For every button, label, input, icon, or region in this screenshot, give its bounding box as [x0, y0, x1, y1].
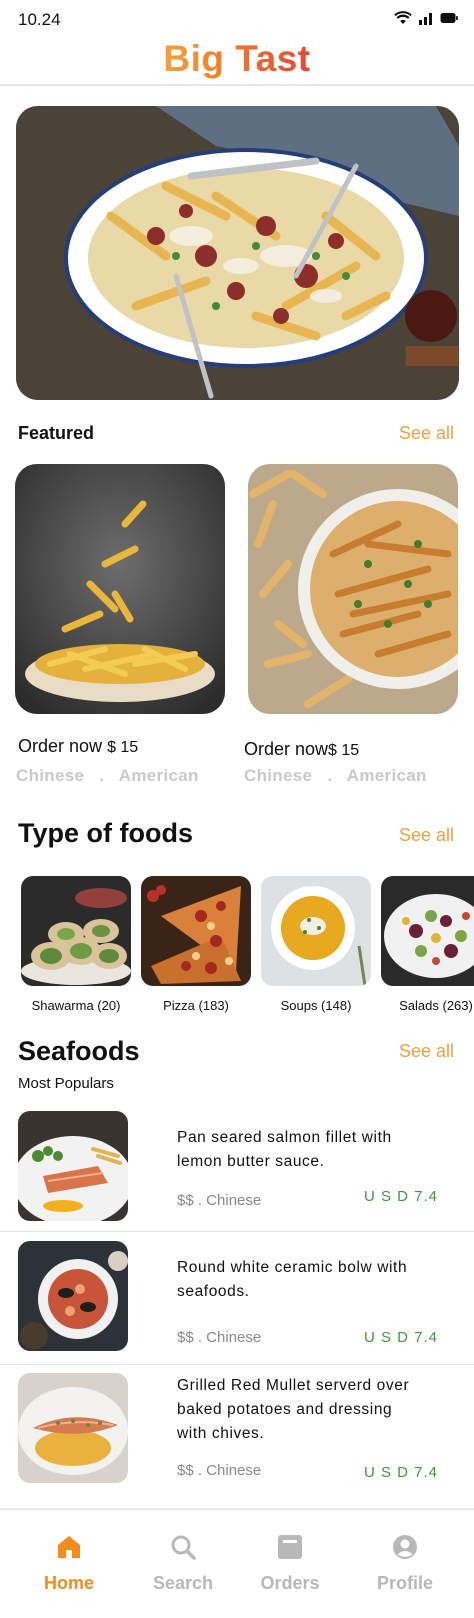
wifi-icon — [394, 11, 412, 24]
seafood-bowl-image — [18, 1241, 128, 1351]
food-type-label: Soups (148) — [280, 998, 352, 1013]
status-time: 10.24 — [18, 10, 61, 29]
bottom-nav: Home Search Orders Profile — [0, 1508, 474, 1618]
featured-image-fries-plate — [248, 464, 458, 714]
food-type-label: Pizza (183) — [163, 998, 229, 1013]
shawarma-image — [21, 876, 131, 986]
seafood-list-item[interactable]: Pan seared salmon fillet with lemon butt… — [0, 1111, 474, 1231]
cuisine-separator: . — [99, 766, 105, 785]
featured-see-all-link[interactable]: See all — [399, 423, 454, 444]
seafood-meta: $$ . Chinese — [177, 1462, 262, 1479]
salmon-image — [18, 1111, 128, 1221]
status-bar: 10.24 — [0, 0, 474, 36]
salads-image — [381, 876, 474, 986]
types-title: Type of foods — [18, 818, 193, 848]
featured-title: Featured — [18, 423, 95, 443]
battery-icon — [440, 13, 458, 23]
types-see-all-link[interactable]: See all — [399, 825, 454, 846]
description-line: Round white ceramic bolw with — [177, 1259, 408, 1276]
seafood-description: Pan seared salmon fillet with lemon butt… — [177, 1126, 457, 1174]
list-divider — [0, 1231, 474, 1232]
seafood-price: U S D 7.4 — [363, 1329, 438, 1346]
nav-profile-label: Profile — [376, 1573, 433, 1593]
status-icons — [394, 11, 458, 25]
list-divider — [0, 1364, 474, 1365]
featured-order-line[interactable]: Order now$ 15 — [244, 739, 359, 760]
profile-icon — [393, 1535, 417, 1559]
food-type-item[interactable]: Soups (148) — [261, 876, 371, 1013]
featured-image-falling-fries — [15, 464, 225, 714]
soups-image — [261, 876, 371, 986]
seafood-description: Round white ceramic bolw with seafoods. — [177, 1256, 457, 1304]
description-line: lemon butter sauce. — [177, 1153, 325, 1170]
seafood-meta: $$ . Chinese — [177, 1192, 262, 1209]
featured-order-line[interactable]: Order now $ 15 — [18, 736, 138, 757]
seafoods-see-all-link[interactable]: See all — [399, 1041, 454, 1062]
seafoods-title: Seafoods — [18, 1036, 140, 1066]
search-icon — [171, 1535, 196, 1560]
food-type-item[interactable]: Salads (263) — [381, 876, 474, 1013]
order-now-label: Order now — [244, 739, 329, 759]
nav-search-label: Search — [152, 1573, 214, 1593]
description-line: with chives. — [177, 1425, 265, 1442]
food-type-label: Shawarma (20) — [31, 998, 121, 1013]
nav-profile[interactable]: Profile — [355, 1534, 455, 1594]
description-line: Pan seared salmon fillet with — [177, 1129, 392, 1146]
featured-card[interactable] — [248, 464, 458, 714]
signal-icon — [419, 13, 432, 25]
featured-card[interactable] — [15, 464, 225, 714]
featured-cuisines: Chinese . American — [244, 766, 427, 786]
seafood-list-item[interactable]: Round white ceramic bolw with seafoods. … — [0, 1241, 474, 1363]
seafood-price: U S D 7.4 — [363, 1188, 438, 1205]
description-line: Grilled Red Mullet serverd over — [177, 1377, 410, 1394]
order-now-label: Order now — [18, 736, 103, 756]
nav-search[interactable]: Search — [133, 1534, 233, 1594]
pizza-image — [141, 876, 251, 986]
cuisine-label: Chinese — [16, 766, 85, 785]
featured-price: $ 15 — [328, 742, 360, 759]
cuisine-label: American — [118, 766, 199, 785]
app-header: Big Tast — [0, 36, 474, 86]
cuisine-label: Chinese — [244, 766, 313, 785]
nav-orders-label: Orders — [260, 1573, 320, 1593]
food-type-item[interactable]: Pizza (183) — [141, 876, 251, 1013]
description-line: baked potatoes and dressing — [177, 1401, 393, 1418]
nav-home-label: Home — [43, 1573, 94, 1593]
home-icon — [58, 1536, 80, 1558]
nav-home[interactable]: Home — [19, 1534, 119, 1594]
description-line: seafoods. — [177, 1283, 250, 1300]
seafood-list-item[interactable]: Grilled Red Mullet serverd over baked po… — [0, 1373, 474, 1503]
cuisine-separator: . — [327, 766, 333, 785]
featured-price: $ 15 — [107, 739, 139, 756]
app-title: Big Tast — [163, 38, 311, 79]
nav-orders[interactable]: Orders — [240, 1534, 340, 1594]
orders-icon — [278, 1535, 302, 1559]
seafood-description: Grilled Red Mullet serverd over baked po… — [177, 1374, 457, 1446]
hero-banner[interactable] — [16, 106, 459, 400]
seafood-price: U S D 7.4 — [363, 1464, 438, 1481]
cuisine-label: American — [346, 766, 427, 785]
seafoods-subtitle: Most Populars — [18, 1075, 114, 1092]
red-mullet-image — [18, 1373, 128, 1483]
seafood-meta: $$ . Chinese — [177, 1329, 262, 1346]
featured-cuisines: Chinese . American — [16, 766, 199, 786]
hero-image — [16, 106, 459, 400]
food-type-label: Salads (263) — [399, 998, 473, 1013]
food-type-item[interactable]: Shawarma (20) — [21, 876, 131, 1013]
